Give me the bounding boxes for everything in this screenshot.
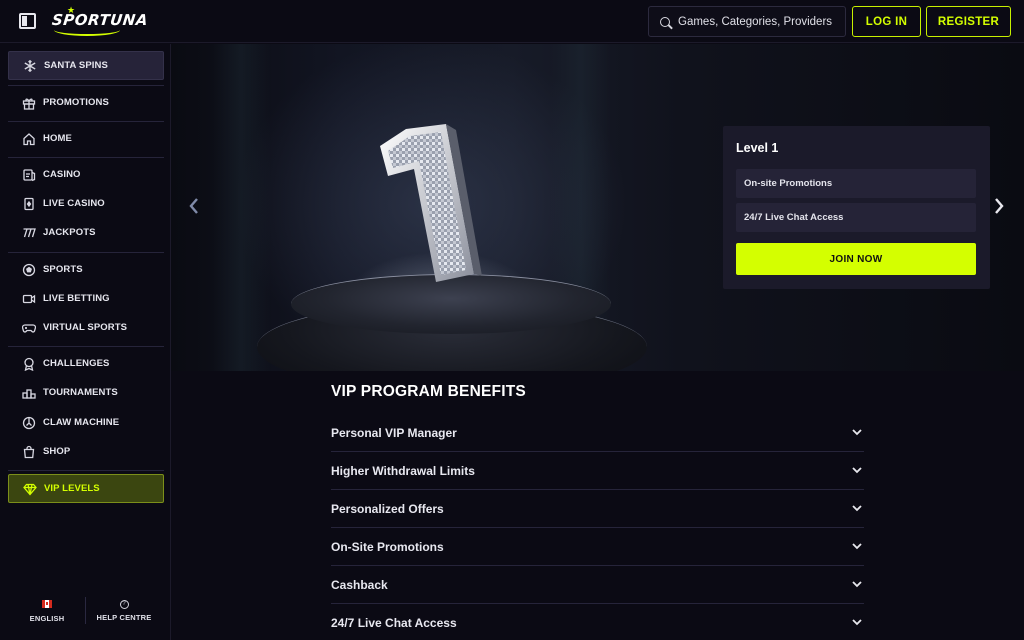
sidebar-item-tournaments[interactable]: TOURNAMENTS	[8, 378, 164, 407]
vip-benefits-section: VIP PROGRAM BENEFITS Personal VIP Manage…	[331, 383, 864, 630]
casino-icon	[22, 168, 36, 182]
carousel-next-button[interactable]	[992, 195, 1006, 217]
sidebar-divider	[8, 157, 164, 158]
benefit-accordion-row[interactable]: Personalized Offers	[331, 490, 864, 528]
sidebar-item-label: LIVE BETTING	[43, 293, 110, 304]
shopping-bag-icon	[22, 445, 36, 459]
sidebar-divider	[8, 346, 164, 347]
language-label: ENGLISH	[29, 614, 65, 623]
sidebar-item-home[interactable]: HOME	[8, 124, 164, 153]
benefit-accordion-row[interactable]: Personal VIP Manager	[331, 414, 864, 452]
sidebar-item-label: VIP LEVELS	[44, 483, 100, 494]
sidebar-item-label: SANTA SPINS	[44, 60, 108, 71]
benefit-label: On-Site Promotions	[331, 539, 444, 554]
sidebar-divider	[8, 252, 164, 253]
benefit-accordion-row[interactable]: On-Site Promotions	[331, 528, 864, 566]
sidebar-item-live-casino[interactable]: LIVE CASINO	[8, 189, 164, 218]
canada-flag-icon	[42, 600, 52, 608]
search-input[interactable]	[678, 15, 845, 28]
jackpot-icon	[22, 226, 36, 240]
sidebar-divider	[8, 470, 164, 471]
chevron-right-icon	[995, 198, 1004, 214]
sidebar-item-label: VIRTUAL SPORTS	[43, 322, 128, 333]
sidebar-item-label: CLAW MACHINE	[43, 417, 120, 428]
level-title: Level 1	[736, 141, 779, 155]
chevron-down-icon	[852, 467, 864, 474]
search-icon	[660, 16, 670, 27]
sidebar-divider	[8, 85, 164, 86]
snowflake-icon	[23, 59, 37, 73]
sidebar-item-label: SPORTS	[43, 264, 83, 275]
benefit-label: Higher Withdrawal Limits	[331, 463, 475, 478]
sidebar-item-virtual-sports[interactable]: VIRTUAL SPORTS	[8, 313, 164, 342]
chevron-down-icon	[852, 429, 864, 436]
sidebar-item-label: PROMOTIONS	[43, 97, 109, 108]
level-feature: 24/7 Live Chat Access	[736, 203, 976, 232]
sidebar-item-label: CHALLENGES	[43, 358, 110, 369]
sidebar-item-live-betting[interactable]: LIVE BETTING	[8, 284, 164, 313]
benefit-label: Personalized Offers	[331, 501, 444, 516]
join-now-button[interactable]: JOIN NOW	[736, 243, 976, 275]
number-one-graphic	[380, 124, 482, 282]
diamond-icon	[23, 482, 37, 496]
logo-swoosh	[54, 24, 120, 36]
sportuna-logo[interactable]: ★ SPORTUNA	[51, 5, 149, 37]
soccer-ball-icon	[22, 263, 36, 277]
carousel-prev-button[interactable]	[187, 195, 201, 217]
language-selector[interactable]: ENGLISH	[22, 600, 72, 623]
sidebar-item-sports[interactable]: SPORTS	[8, 255, 164, 284]
register-button[interactable]: REGISTER	[926, 6, 1011, 37]
sidebar-toggle-icon[interactable]	[19, 13, 36, 29]
gamepad-icon	[22, 321, 36, 335]
footer-divider	[85, 597, 86, 624]
help-icon: ?	[119, 600, 129, 609]
top-header: ★ SPORTUNA LOG IN REGISTER	[0, 0, 1024, 43]
medal-icon	[22, 357, 36, 371]
sidebar-footer: ENGLISH ? HELP CENTRE	[0, 597, 170, 637]
sidebar-item-label: LIVE CASINO	[43, 198, 105, 209]
live-casino-icon	[22, 197, 36, 211]
search-bar[interactable]	[648, 6, 846, 37]
sidebar-item-challenges[interactable]: CHALLENGES	[8, 349, 164, 378]
chevron-down-icon	[852, 543, 864, 550]
sidebar-item-shop[interactable]: SHOP	[8, 437, 164, 466]
benefit-accordion-row[interactable]: Cashback	[331, 566, 864, 604]
sidebar-item-vip-levels[interactable]: VIP LEVELS	[8, 474, 164, 503]
hero-banner: Level 1 On-site Promotions 24/7 Live Cha…	[171, 44, 1024, 371]
benefit-label: 24/7 Live Chat Access	[331, 615, 457, 630]
claw-icon	[22, 416, 36, 430]
sidebar-item-claw-machine[interactable]: CLAW MACHINE	[8, 408, 164, 437]
level-card: Level 1 On-site Promotions 24/7 Live Cha…	[723, 126, 990, 289]
help-centre-link[interactable]: ? HELP CENTRE	[93, 600, 155, 622]
gift-icon	[22, 96, 36, 110]
chevron-left-icon	[189, 198, 198, 214]
chevron-down-icon	[852, 619, 864, 626]
sidebar-item-promotions[interactable]: PROMOTIONS	[8, 88, 164, 117]
sidebar-item-label: TOURNAMENTS	[43, 387, 118, 398]
sidebar-item-casino[interactable]: CASINO	[8, 160, 164, 189]
podium-icon	[22, 386, 36, 400]
sidebar-item-label: SHOP	[43, 446, 71, 457]
sidebar-item-label: HOME	[43, 133, 72, 144]
home-icon	[22, 132, 36, 146]
curtain-decoration	[211, 44, 271, 371]
login-button[interactable]: LOG IN	[852, 6, 921, 37]
sidebar: SANTA SPINS PROMOTIONS HOME CASINO LIVE …	[0, 44, 171, 640]
benefit-label: Cashback	[331, 577, 388, 592]
benefit-label: Personal VIP Manager	[331, 425, 457, 440]
sidebar-item-label: JACKPOTS	[43, 227, 96, 238]
sidebar-divider	[8, 121, 164, 122]
benefit-accordion-row[interactable]: Higher Withdrawal Limits	[331, 452, 864, 490]
chevron-down-icon	[852, 505, 864, 512]
sidebar-item-label: CASINO	[43, 169, 81, 180]
live-betting-icon	[22, 292, 36, 306]
level-feature: On-site Promotions	[736, 169, 976, 198]
section-title: VIP PROGRAM BENEFITS	[331, 383, 526, 400]
sidebar-item-jackpots[interactable]: JACKPOTS	[8, 218, 164, 247]
benefit-accordion-row[interactable]: 24/7 Live Chat Access	[331, 604, 864, 640]
sidebar-item-santa-spins[interactable]: SANTA SPINS	[8, 51, 164, 80]
chevron-down-icon	[852, 581, 864, 588]
help-label: HELP CENTRE	[96, 613, 152, 622]
